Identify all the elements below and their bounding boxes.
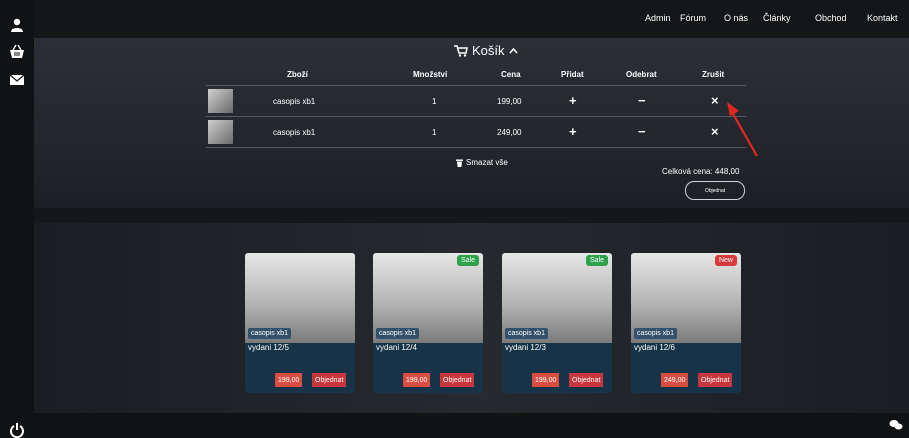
row-qty: 1 [432, 97, 437, 106]
cart-panel: Košík Zboží Množství Cena Přidat Odebrat… [34, 38, 909, 208]
product-edition: vydani 12/6 [634, 343, 675, 352]
annotation-arrow-icon [727, 102, 758, 157]
price-tag: 249,00 [661, 373, 689, 387]
product-edition: vydani 12/3 [505, 343, 546, 352]
price-tag: 199,00 [532, 373, 560, 387]
cancel-button[interactable]: × [711, 93, 719, 108]
remove-button[interactable]: − [638, 93, 646, 108]
row-qty: 1 [432, 128, 437, 137]
cart-title[interactable]: Košík [454, 43, 518, 58]
header-remove: Odebrat [626, 70, 657, 79]
product-card[interactable]: Sale casopis xb1 vydani 12/3 199,00 Obje… [502, 253, 612, 393]
product-tag: casopis xb1 [634, 328, 677, 339]
left-sidebar [0, 0, 34, 438]
row-item-name: casopis xb1 [273, 97, 316, 106]
new-badge: New [714, 255, 737, 266]
nav-item-admin[interactable]: Admin [645, 13, 671, 23]
product-card[interactable]: New casopis xb1 vydani 12/6 249,00 Objed… [631, 253, 741, 393]
nav-item-articles[interactable]: Články [763, 13, 791, 23]
order-button[interactable]: Objednat [569, 373, 604, 387]
order-button[interactable]: Objednat [698, 373, 733, 387]
chat-icon[interactable] [889, 419, 903, 431]
product-tag: casopis xb1 [376, 328, 419, 339]
nav-item-about[interactable]: O nás [724, 13, 748, 23]
basket-icon[interactable] [9, 44, 25, 60]
cancel-button[interactable]: × [711, 124, 719, 139]
product-grid: casopis xb1 vydani 12/5 199,00 Objednat … [34, 223, 909, 413]
cart-row: casopis xb1 1 199,00 + − × [206, 85, 746, 117]
mail-icon[interactable] [9, 72, 25, 88]
sale-badge: Sale [585, 255, 608, 266]
clear-all-button[interactable]: Smazat vše [456, 158, 508, 167]
row-item-name: casopis xb1 [273, 128, 316, 137]
nav-item-forum[interactable]: Fórum [680, 13, 706, 23]
add-button[interactable]: + [569, 93, 577, 108]
product-edition: vydani 12/4 [376, 343, 417, 352]
order-button[interactable]: Objednat [440, 373, 475, 387]
header-qty: Množství [413, 70, 448, 79]
price-tag: 199,00 [275, 373, 303, 387]
order-button[interactable]: Objednat [685, 181, 745, 200]
cart-icon [454, 44, 468, 57]
product-card[interactable]: casopis xb1 vydani 12/5 199,00 Objednat [245, 253, 355, 393]
clear-all-label: Smazat vše [466, 158, 508, 167]
cart-row: casopis xb1 1 249,00 + − × [206, 116, 746, 148]
product-tag: casopis xb1 [505, 328, 548, 339]
order-button[interactable]: Objednat [312, 373, 347, 387]
price-tag: 199,00 [403, 373, 431, 387]
add-button[interactable]: + [569, 124, 577, 139]
row-price: 249,00 [497, 128, 522, 137]
power-icon[interactable] [9, 422, 25, 438]
nav-item-contact[interactable]: Kontakt [867, 13, 898, 23]
total-price: Celková cena: 448,00 [662, 167, 740, 176]
top-navigation: Admin Fórum O nás Články Obchod Kontakt [34, 0, 909, 38]
footer-bar [34, 413, 909, 438]
header-item: Zboží [287, 70, 308, 79]
user-icon[interactable] [9, 17, 25, 33]
cart-title-label: Košík [472, 43, 505, 58]
header-price: Cena [501, 70, 521, 79]
header-add: Přidat [561, 70, 584, 79]
remove-button[interactable]: − [638, 124, 646, 139]
chevron-up-icon [508, 47, 518, 54]
trash-icon [456, 159, 463, 167]
row-price: 199,00 [497, 97, 522, 106]
product-tag: casopis xb1 [248, 328, 291, 339]
sale-badge: Sale [456, 255, 479, 266]
table-divider [206, 147, 746, 148]
product-thumbnail [208, 120, 233, 144]
product-thumbnail [208, 89, 233, 113]
product-card[interactable]: Sale casopis xb1 vydani 12/4 199,00 Obje… [373, 253, 483, 393]
section-band [34, 208, 909, 223]
product-edition: vydani 12/5 [248, 343, 289, 352]
header-cancel: Zrušit [702, 70, 725, 79]
nav-item-shop[interactable]: Obchod [815, 13, 847, 23]
